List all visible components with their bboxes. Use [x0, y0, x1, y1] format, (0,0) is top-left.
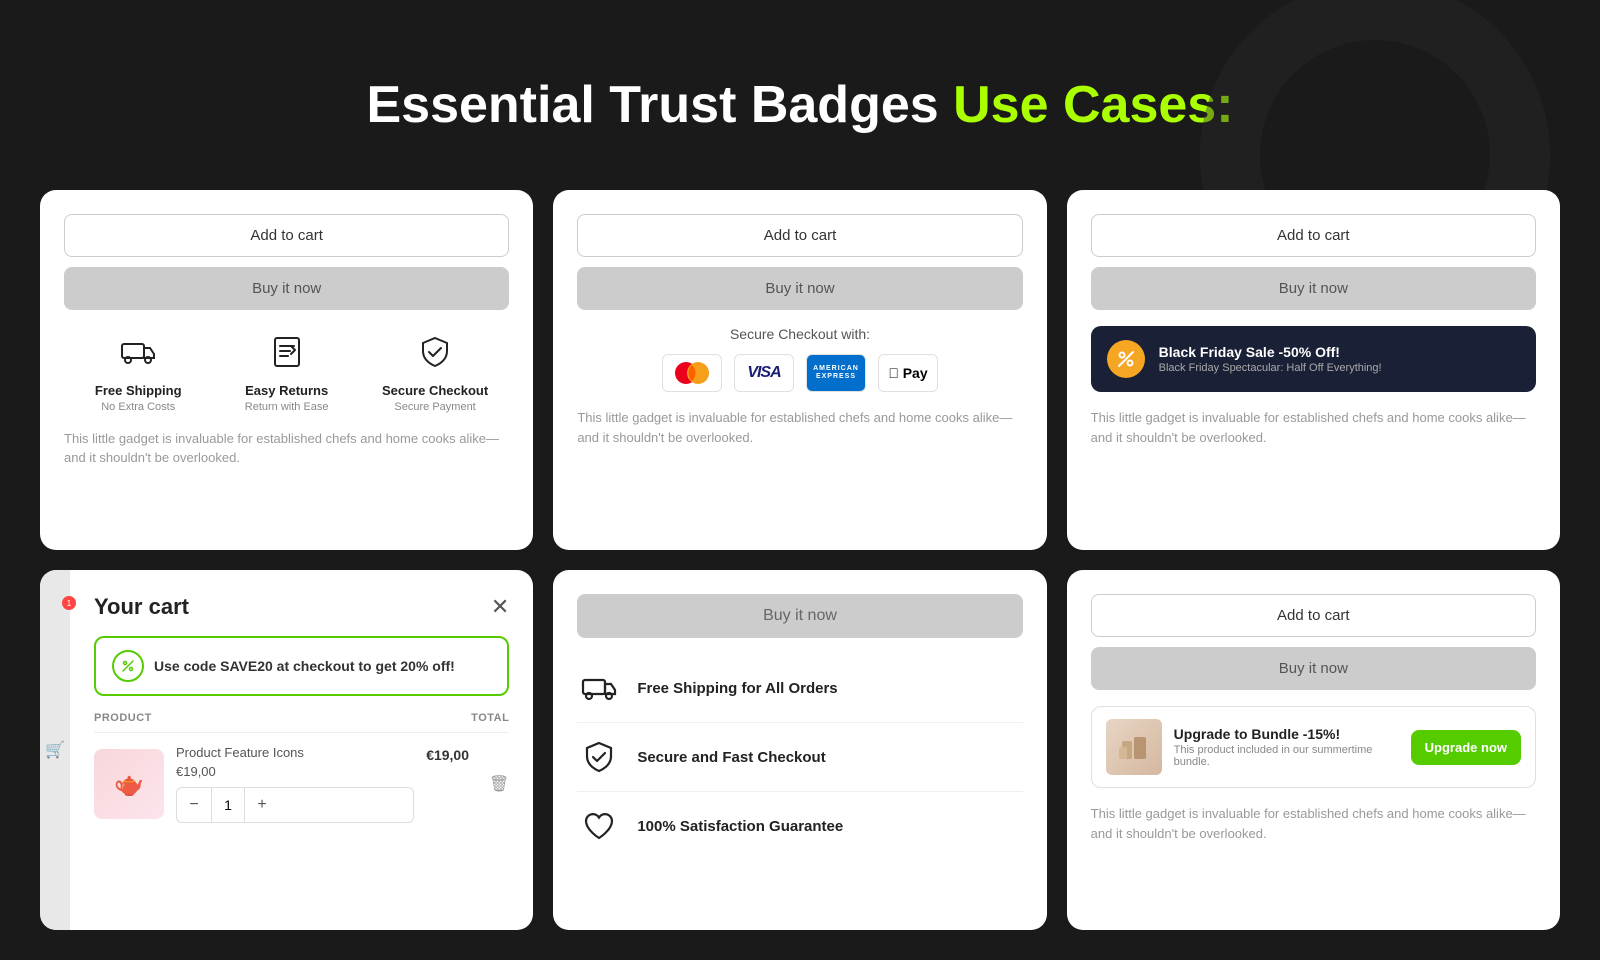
badge-secure-checkout: Secure Checkout Secure Payment — [361, 334, 509, 413]
promo-text: Black Friday Sale -50% Off! Black Friday… — [1159, 344, 1382, 374]
quantity-input[interactable] — [211, 788, 245, 822]
card-upgrade: Add to cart Buy it now Upgrade to Bundle… — [1067, 570, 1560, 930]
card-trust-badges: Add to cart Buy it now Free Shipping No … — [40, 190, 533, 550]
badge-easy-returns: Easy Returns Return with Ease — [212, 334, 360, 413]
add-to-cart-button-3[interactable]: Add to cart — [1091, 214, 1536, 257]
secure-checkout-sub: Secure Payment — [394, 401, 475, 413]
shield-check-icon — [417, 334, 453, 377]
page-title: Essential Trust Badges Use Cases: — [0, 35, 1600, 165]
add-to-cart-button-2[interactable]: Add to cart — [577, 214, 1022, 257]
free-shipping-sub: No Extra Costs — [101, 401, 175, 413]
quantity-decrease-button[interactable]: − — [177, 788, 211, 822]
feature-guarantee: 100% Satisfaction Guarantee — [577, 792, 1022, 860]
coupon-text: Use code SAVE20 at checkout to get 20% o… — [154, 658, 455, 674]
main-grid: Add to cart Buy it now Free Shipping No … — [0, 190, 1600, 960]
free-shipping-title: Free Shipping — [95, 383, 182, 399]
feature-shipping: Free Shipping for All Orders — [577, 654, 1022, 723]
secure-checkout-title: Secure Checkout — [382, 383, 488, 399]
cart-close-button[interactable]: ✕ — [491, 594, 509, 620]
trust-badges-row: Free Shipping No Extra Costs Easy Return… — [64, 334, 509, 413]
quantity-increase-button[interactable]: + — [245, 788, 279, 822]
promo-banner: Black Friday Sale -50% Off! Black Friday… — [1091, 326, 1536, 392]
shield-icon — [577, 735, 621, 779]
mastercard-icon — [662, 354, 722, 392]
feature1-text: Free Shipping for All Orders — [637, 680, 837, 697]
cart-content: Your cart ✕ Use code SAVE20 at checkout … — [94, 594, 509, 823]
product-info: Product Feature Icons €19,00 − + — [176, 745, 414, 823]
promo-subtitle: Black Friday Spectacular: Half Off Every… — [1159, 362, 1382, 374]
buy-now-button-6[interactable]: Buy it now — [1091, 647, 1536, 690]
card2-description: This little gadget is invaluable for est… — [577, 408, 1022, 447]
card-cart: 🛒 1 Your cart ✕ Use code SAVE20 at check… — [40, 570, 533, 930]
promo-title: Black Friday Sale -50% Off! — [1159, 344, 1382, 360]
bundle-product-image — [1106, 719, 1162, 775]
remove-item-button[interactable]: 🗑 — [489, 774, 509, 794]
feature3-text: 100% Satisfaction Guarantee — [637, 818, 843, 835]
title-green: Use Cases: — [953, 76, 1233, 134]
card1-description: This little gadget is invaluable for est… — [64, 429, 509, 468]
upgrade-now-button[interactable]: Upgrade now — [1411, 730, 1521, 765]
total-col-label: TOTAL — [471, 712, 509, 724]
amex-icon: AMERICAN EXPRESS — [806, 354, 866, 392]
truck-icon — [120, 334, 156, 377]
card6-description: This little gadget is invaluable for est… — [1091, 804, 1536, 843]
coupon-box: Use code SAVE20 at checkout to get 20% o… — [94, 636, 509, 696]
heart-icon — [577, 804, 621, 848]
product-col-label: PRODUCT — [94, 712, 152, 724]
card-promo: Add to cart Buy it now Black Friday Sale… — [1067, 190, 1560, 550]
returns-icon — [269, 334, 305, 377]
feature-list: Free Shipping for All Orders Secure and … — [577, 654, 1022, 860]
cart-sidebar-bg: 🛒 1 — [40, 570, 70, 930]
applepay-icon:  Pay — [878, 354, 938, 392]
visa-icon: VISA — [734, 354, 794, 392]
quantity-control: − + — [176, 787, 414, 823]
cart-title: Your cart — [94, 594, 189, 620]
cart-item-total: €19,00 — [426, 745, 469, 763]
card-payment-methods: Add to cart Buy it now Secure Checkout w… — [553, 190, 1046, 550]
shipping-icon — [577, 666, 621, 710]
add-to-cart-button-1[interactable]: Add to cart — [64, 214, 509, 257]
promo-percent-icon — [1107, 340, 1145, 378]
feature2-text: Secure and Fast Checkout — [637, 749, 825, 766]
product-price: €19,00 — [176, 764, 414, 779]
buy-now-button-2[interactable]: Buy it now — [577, 267, 1022, 310]
buy-now-button-3[interactable]: Buy it now — [1091, 267, 1536, 310]
upgrade-subtitle: This product included in our summertime … — [1174, 744, 1399, 768]
card3-description: This little gadget is invaluable for est… — [1091, 408, 1536, 447]
cart-product-header: PRODUCT TOTAL — [94, 712, 509, 733]
secure-checkout-label: Secure Checkout with: — [577, 326, 1022, 342]
feature-security: Secure and Fast Checkout — [577, 723, 1022, 792]
upgrade-title: Upgrade to Bundle -15%! — [1174, 726, 1399, 742]
product-name: Product Feature Icons — [176, 745, 414, 760]
upgrade-banner: Upgrade to Bundle -15%! This product inc… — [1091, 706, 1536, 788]
product-thumbnail: 🫖 — [94, 749, 164, 819]
cart-badge: 1 — [62, 596, 76, 610]
cart-header: Your cart ✕ — [94, 594, 509, 620]
payment-methods-row: VISA AMERICAN EXPRESS  Pay — [577, 354, 1022, 392]
badge-free-shipping: Free Shipping No Extra Costs — [64, 334, 212, 413]
easy-returns-sub: Return with Ease — [245, 401, 329, 413]
cart-sidebar-icon: 🛒 — [45, 740, 65, 760]
add-to-cart-button-6[interactable]: Add to cart — [1091, 594, 1536, 637]
coupon-percent-icon — [112, 650, 144, 682]
title-white: Essential Trust Badges — [366, 76, 938, 134]
cart-item-row: 🫖 Product Feature Icons €19,00 − + €19,0… — [94, 733, 509, 823]
easy-returns-title: Easy Returns — [245, 383, 328, 399]
buy-now-button-1[interactable]: Buy it now — [64, 267, 509, 310]
card-features: Buy it now Free Shipping for All Orders — [553, 570, 1046, 930]
upgrade-info: Upgrade to Bundle -15%! This product inc… — [1174, 726, 1399, 768]
buy-now-button-5[interactable]: Buy it now — [577, 594, 1022, 638]
